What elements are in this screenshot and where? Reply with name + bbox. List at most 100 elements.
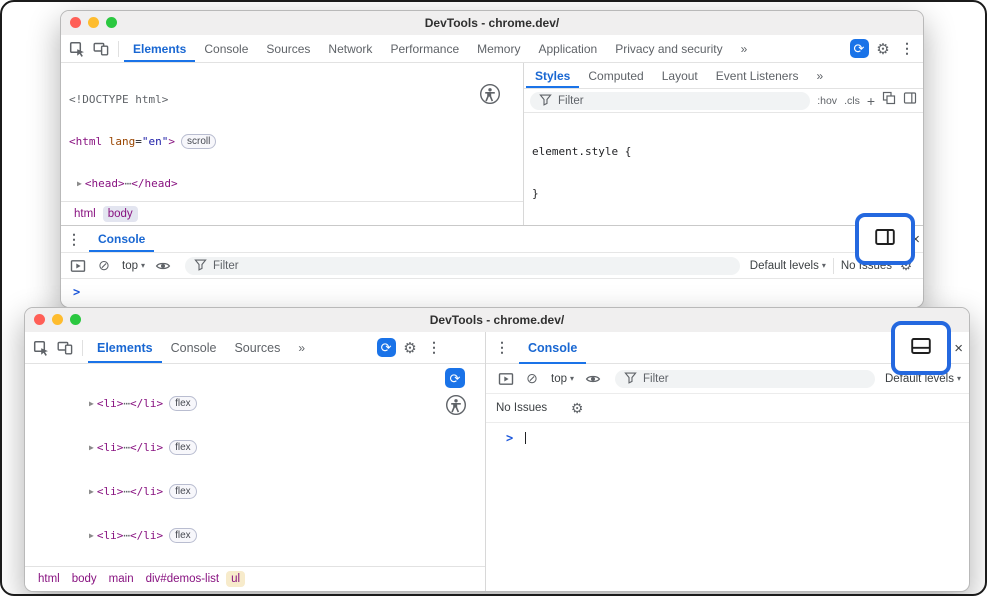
- context-selector[interactable]: top▾: [551, 373, 574, 385]
- drawer-menu-kebab-icon[interactable]: ⋮: [67, 231, 81, 248]
- context-selector[interactable]: top▾: [122, 260, 145, 272]
- tree-line-html[interactable]: <html lang="en"> scroll: [61, 133, 523, 149]
- console-sidebar-icon[interactable]: [66, 254, 90, 278]
- inspect-icon[interactable]: [65, 37, 89, 61]
- settings-gear-icon[interactable]: ⚙: [398, 336, 422, 360]
- tree-line-head[interactable]: ▶<head>⋯</head>: [61, 175, 523, 191]
- console-filter-input[interactable]: Filter: [615, 370, 875, 388]
- live-expression-eye-icon[interactable]: [581, 367, 605, 391]
- console-prompt-row[interactable]: >: [61, 279, 923, 307]
- minimize-button[interactable]: [52, 314, 63, 325]
- expand-arrow-icon[interactable]: ▶: [77, 179, 82, 188]
- dock-to-bottom-icon[interactable]: [909, 334, 933, 363]
- dom-tree-row-li[interactable]: ▶<li>⋯</li>flex: [25, 438, 485, 456]
- tab-elements[interactable]: Elements: [124, 35, 195, 62]
- more-tabs-icon[interactable]: »: [289, 332, 314, 363]
- flex-badge[interactable]: flex: [169, 484, 197, 499]
- tab-memory[interactable]: Memory: [468, 35, 529, 62]
- device-toolbar-icon[interactable]: [89, 37, 113, 61]
- tab-sources[interactable]: Sources: [225, 332, 289, 363]
- grid-overlay-icon[interactable]: [882, 91, 896, 110]
- more-tabs-icon[interactable]: »: [732, 35, 757, 62]
- chevron-down-icon: ▾: [822, 261, 826, 270]
- rule-element-style[interactable]: element.style {: [532, 143, 915, 159]
- close-button[interactable]: [70, 17, 81, 28]
- sync-badge-icon[interactable]: ⟳: [445, 368, 465, 388]
- tab-privacy-security[interactable]: Privacy and security: [606, 35, 731, 62]
- breadcrumb-main[interactable]: main: [104, 571, 139, 587]
- console-prompt-row[interactable]: >: [486, 423, 969, 453]
- tab-elements[interactable]: Elements: [88, 332, 162, 363]
- tab-event-listeners[interactable]: Event Listeners: [707, 63, 808, 88]
- tab-console[interactable]: Console: [195, 35, 257, 62]
- lang-attr: lang: [102, 135, 135, 148]
- collapsed-content-icon[interactable]: ⋯: [123, 397, 130, 410]
- console-pane-tab[interactable]: Console: [519, 332, 586, 364]
- breadcrumb-body[interactable]: body: [67, 571, 102, 587]
- breadcrumb-ul[interactable]: ul: [226, 571, 245, 587]
- sync-badge-icon[interactable]: ⟳: [847, 37, 871, 61]
- tab-console[interactable]: Console: [162, 332, 226, 363]
- tree-line-doctype[interactable]: <!DOCTYPE html>: [61, 91, 523, 107]
- breadcrumb-body[interactable]: body: [103, 206, 138, 222]
- menu-kebab-icon[interactable]: ⋮: [422, 336, 446, 360]
- tab-performance[interactable]: Performance: [381, 35, 468, 62]
- collapsed-content-icon[interactable]: ⋯: [125, 177, 132, 190]
- flex-badge[interactable]: flex: [169, 440, 197, 455]
- sync-badge-icon[interactable]: ⟳: [374, 336, 398, 360]
- tab-styles[interactable]: Styles: [526, 63, 579, 88]
- accessibility-icon[interactable]: [479, 83, 501, 110]
- close-pane-icon[interactable]: ×: [954, 341, 963, 356]
- minimize-button[interactable]: [88, 17, 99, 28]
- drawer-menu-kebab-icon[interactable]: ⋮: [495, 339, 509, 356]
- tab-application[interactable]: Application: [529, 35, 606, 62]
- issues-counter[interactable]: No Issues: [496, 402, 547, 414]
- breadcrumb-demos-list[interactable]: div#demos-list: [141, 571, 225, 587]
- flex-badge[interactable]: flex: [169, 528, 197, 543]
- tab-sources[interactable]: Sources: [257, 35, 319, 62]
- close-button[interactable]: [34, 314, 45, 325]
- styles-filter-input[interactable]: Filter: [530, 92, 810, 110]
- clear-console-icon[interactable]: ⊘: [92, 254, 116, 278]
- menu-kebab-icon[interactable]: ⋮: [895, 37, 919, 61]
- dom-tree-row-li[interactable]: ▶<li>⋯</li>flex: [25, 526, 485, 544]
- collapsed-content-icon[interactable]: ⋯: [123, 529, 130, 542]
- collapsed-content-icon[interactable]: ⋯: [123, 485, 130, 498]
- expand-arrow-icon[interactable]: ▶: [89, 443, 94, 452]
- drawer-tab-console[interactable]: Console: [89, 226, 154, 252]
- console-settings-gear-icon[interactable]: ⚙: [565, 396, 589, 420]
- dom-tree-row-li[interactable]: ▶<li>⋯</li>flex: [25, 394, 485, 412]
- toggle-hov-button[interactable]: :hov: [817, 95, 837, 107]
- dock-to-right-icon[interactable]: [873, 225, 897, 254]
- rule-close: }: [532, 185, 915, 201]
- titlebar[interactable]: DevTools - chrome.dev/: [61, 11, 923, 36]
- flex-badge[interactable]: flex: [169, 396, 197, 411]
- new-style-rule-icon[interactable]: +: [867, 93, 875, 109]
- toggle-cls-button[interactable]: .cls: [844, 95, 860, 107]
- pane-toggle-icon[interactable]: [903, 91, 917, 110]
- expand-arrow-icon[interactable]: ▶: [89, 399, 94, 408]
- collapsed-content-icon[interactable]: ⋯: [123, 441, 130, 454]
- zoom-button[interactable]: [106, 17, 117, 28]
- inspect-icon[interactable]: [29, 336, 53, 360]
- titlebar[interactable]: DevTools - chrome.dev/: [25, 308, 969, 333]
- breadcrumb-html[interactable]: html: [33, 571, 65, 587]
- dom-tree-row-li[interactable]: ▶<li>⋯</li>flex: [25, 482, 485, 500]
- tab-computed[interactable]: Computed: [579, 63, 652, 88]
- breadcrumb-html[interactable]: html: [69, 206, 101, 222]
- console-sidebar-icon[interactable]: [494, 367, 518, 391]
- tab-layout[interactable]: Layout: [653, 63, 707, 88]
- log-levels-dropdown[interactable]: Default levels▾: [750, 260, 826, 272]
- tab-network[interactable]: Network: [319, 35, 381, 62]
- expand-arrow-icon[interactable]: ▶: [89, 487, 94, 496]
- scroll-badge[interactable]: scroll: [181, 134, 216, 149]
- settings-gear-icon[interactable]: ⚙: [871, 37, 895, 61]
- more-sidebar-tabs-icon[interactable]: »: [807, 63, 832, 88]
- expand-arrow-icon[interactable]: ▶: [89, 531, 94, 540]
- live-expression-eye-icon[interactable]: [151, 254, 175, 278]
- clear-console-icon[interactable]: ⊘: [520, 367, 544, 391]
- console-filter-input[interactable]: Filter: [185, 257, 740, 275]
- accessibility-icon[interactable]: [445, 394, 467, 421]
- zoom-button[interactable]: [70, 314, 81, 325]
- device-toolbar-icon[interactable]: [53, 336, 77, 360]
